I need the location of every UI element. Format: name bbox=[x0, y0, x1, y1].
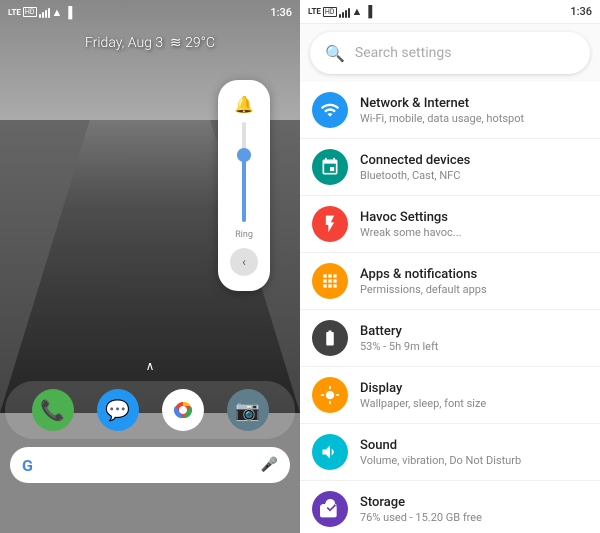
status-bar-left: LTE HD ▲ ▐ 1:36 bbox=[0, 0, 300, 24]
settings-item-battery[interactable]: Battery 53% - 5h 9m left bbox=[300, 310, 600, 367]
nav-chevron: ∧ bbox=[0, 359, 300, 373]
bell-icon: 🔔 bbox=[234, 95, 254, 114]
wifi-icon-left: ▲ bbox=[52, 6, 63, 19]
home-screen: LTE HD ▲ ▐ 1:36 Friday, Aug 3 ≋ 29°C 🔔 bbox=[0, 0, 300, 533]
volume-label: Ring bbox=[235, 230, 253, 240]
search-placeholder[interactable]: Search settings bbox=[355, 45, 575, 61]
signal-bar-3 bbox=[45, 10, 47, 18]
s-bar-3 bbox=[345, 10, 347, 18]
settings-status-right: 1:36 bbox=[570, 5, 592, 18]
settings-item-network[interactable]: Network & Internet Wi-Fi, mobile, data u… bbox=[300, 82, 600, 139]
chrome-app-icon[interactable] bbox=[162, 389, 204, 431]
display-text: Display Wallpaper, sleep, font size bbox=[360, 381, 588, 410]
havoc-icon bbox=[312, 206, 348, 242]
settings-wifi-icon: ▲ bbox=[352, 5, 363, 18]
network-text: Network & Internet Wi-Fi, mobile, data u… bbox=[360, 96, 588, 125]
s-bar-1 bbox=[339, 14, 341, 18]
phone-app-icon[interactable]: 📞 bbox=[32, 389, 74, 431]
microphone-icon[interactable]: 🎤 bbox=[261, 457, 278, 473]
google-search-bar[interactable]: G 🎤 bbox=[10, 447, 290, 483]
settings-item-apps[interactable]: Apps & notifications Permissions, defaul… bbox=[300, 253, 600, 310]
battery-title: Battery bbox=[360, 324, 588, 339]
volume-fill bbox=[242, 157, 246, 222]
search-icon: 🔍 bbox=[325, 44, 345, 63]
network-title: Network & Internet bbox=[360, 96, 588, 111]
signal-bar-1 bbox=[39, 14, 41, 18]
time-left: 1:36 bbox=[270, 6, 292, 19]
settings-time: 1:36 bbox=[570, 5, 592, 18]
bottom-nav: ∧ 📞 💬 📷 G 🎤 bbox=[0, 359, 300, 483]
settings-item-havoc[interactable]: Havoc Settings Wreak some havoc... bbox=[300, 196, 600, 253]
volume-track[interactable] bbox=[242, 122, 246, 222]
battery-icon-circle bbox=[312, 320, 348, 356]
messages-app-icon[interactable]: 💬 bbox=[97, 389, 139, 431]
signal-bar-4 bbox=[48, 8, 50, 18]
settings-status-bar: LTE HD ▲ ▐ 1:36 bbox=[300, 0, 600, 24]
storage-icon bbox=[312, 491, 348, 527]
settings-list: Network & Internet Wi-Fi, mobile, data u… bbox=[300, 82, 600, 533]
havoc-text: Havoc Settings Wreak some havoc... bbox=[360, 210, 588, 239]
storage-text: Storage 76% used - 15.20 GB free bbox=[360, 495, 588, 524]
settings-search-bar[interactable]: 🔍 Search settings bbox=[310, 32, 590, 74]
settings-item-connected[interactable]: Connected devices Bluetooth, Cast, NFC bbox=[300, 139, 600, 196]
sound-text: Sound Volume, vibration, Do Not Disturb bbox=[360, 438, 588, 467]
sim-icon: HD bbox=[23, 7, 37, 17]
sound-subtitle: Volume, vibration, Do Not Disturb bbox=[360, 454, 588, 467]
volume-slider-panel[interactable]: 🔔 Ring ‹ bbox=[218, 80, 270, 291]
signal-bar-2 bbox=[42, 12, 44, 18]
sound-title: Sound bbox=[360, 438, 588, 453]
status-right-icons: 1:36 bbox=[270, 6, 292, 19]
storage-subtitle: 76% used - 15.20 GB free bbox=[360, 511, 588, 524]
havoc-subtitle: Wreak some havoc... bbox=[360, 226, 588, 239]
google-g-logo: G bbox=[22, 456, 33, 475]
s-bar-2 bbox=[342, 12, 344, 18]
storage-title: Storage bbox=[360, 495, 588, 510]
settings-item-sound[interactable]: Sound Volume, vibration, Do Not Disturb bbox=[300, 424, 600, 481]
sound-icon bbox=[312, 434, 348, 470]
s-bar-4 bbox=[348, 8, 350, 18]
network-subtitle: Wi-Fi, mobile, data usage, hotspot bbox=[360, 112, 588, 125]
lte-label: LTE bbox=[8, 8, 21, 17]
apps-subtitle: Permissions, default apps bbox=[360, 283, 588, 296]
settings-item-display[interactable]: Display Wallpaper, sleep, font size bbox=[300, 367, 600, 424]
status-left-icons: LTE HD ▲ ▐ bbox=[8, 6, 72, 19]
display-subtitle: Wallpaper, sleep, font size bbox=[360, 397, 588, 410]
settings-signal bbox=[339, 6, 350, 18]
battery-left: ▐ bbox=[64, 6, 72, 19]
camera-app-icon[interactable]: 📷 bbox=[227, 389, 269, 431]
settings-status-left: LTE HD ▲ ▐ bbox=[308, 5, 372, 18]
settings-lte: LTE bbox=[308, 7, 321, 16]
date-display: Friday, Aug 3 ≋ 29°C bbox=[0, 35, 300, 51]
date-text: Friday, Aug 3 bbox=[85, 35, 163, 51]
battery-subtitle: 53% - 5h 9m left bbox=[360, 340, 588, 353]
apps-title: Apps & notifications bbox=[360, 267, 588, 282]
volume-thumb[interactable] bbox=[237, 148, 251, 162]
signal-bars bbox=[39, 6, 50, 18]
battery-text: Battery 53% - 5h 9m left bbox=[360, 324, 588, 353]
connected-subtitle: Bluetooth, Cast, NFC bbox=[360, 169, 588, 182]
apps-text: Apps & notifications Permissions, defaul… bbox=[360, 267, 588, 296]
display-title: Display bbox=[360, 381, 588, 396]
connected-text: Connected devices Bluetooth, Cast, NFC bbox=[360, 153, 588, 182]
network-icon bbox=[312, 92, 348, 128]
date-weather: Friday, Aug 3 ≋ 29°C bbox=[0, 35, 300, 51]
weather-text: ≋ 29°C bbox=[170, 35, 215, 51]
volume-arrow-button[interactable]: ‹ bbox=[230, 248, 258, 276]
display-icon bbox=[312, 377, 348, 413]
settings-panel: LTE HD ▲ ▐ 1:36 🔍 Search settings bbox=[300, 0, 600, 533]
settings-item-storage[interactable]: Storage 76% used - 15.20 GB free bbox=[300, 481, 600, 533]
app-dock: 📞 💬 📷 bbox=[5, 381, 295, 439]
havoc-title: Havoc Settings bbox=[360, 210, 588, 225]
connected-title: Connected devices bbox=[360, 153, 588, 168]
settings-battery: ▐ bbox=[364, 5, 372, 18]
apps-icon bbox=[312, 263, 348, 299]
settings-sim: HD bbox=[323, 7, 337, 17]
connected-icon bbox=[312, 149, 348, 185]
